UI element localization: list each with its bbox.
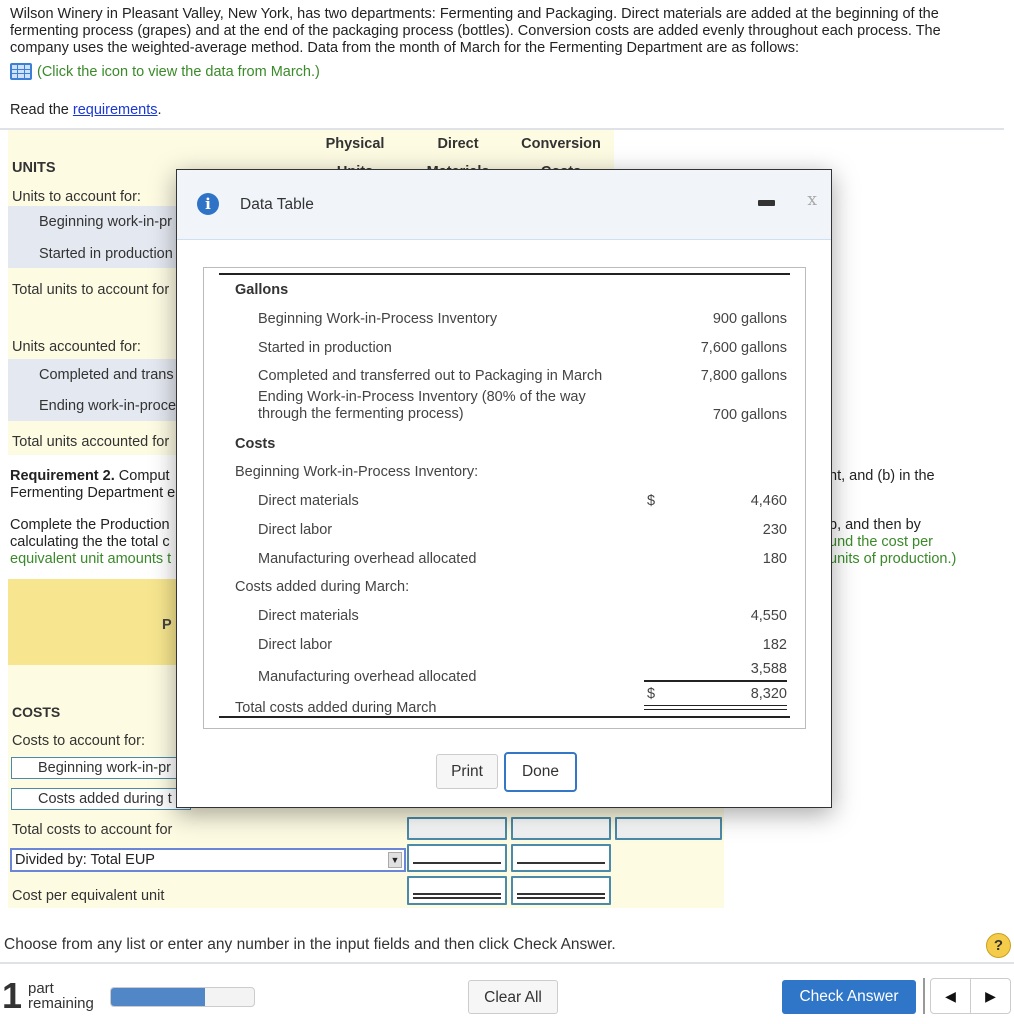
ending-wip-label: Ending work-in-proce [39, 398, 177, 414]
total-units-to-account-label: Total units to account for [12, 282, 170, 298]
cost-added-select[interactable]: Costs added during t [11, 788, 191, 810]
print-button[interactable]: Print [436, 754, 498, 789]
check-answer-button[interactable]: Check Answer [782, 980, 916, 1014]
close-icon[interactable]: x [807, 190, 817, 210]
started-label: Started in production [39, 246, 173, 262]
data-table-icon[interactable] [10, 63, 32, 80]
done-button[interactable]: Done [504, 752, 577, 792]
requirements-link[interactable]: requirements [73, 102, 158, 118]
total-costs-total-input[interactable] [615, 817, 722, 840]
previous-arrow-icon[interactable]: ◀ [931, 979, 970, 1013]
units-to-account-label: Units to account for: [12, 189, 141, 205]
cost-per-eu-cc-input[interactable] [511, 876, 611, 905]
table-bottom-rule [219, 716, 790, 718]
beginning-wip-label: Beginning work-in-pr [39, 214, 172, 230]
cost-per-eu-label: Cost per equivalent unit [12, 888, 165, 904]
eup-cc-input[interactable] [511, 844, 611, 872]
cost-per-eu-dm-input[interactable] [407, 876, 507, 905]
eup-dm-input[interactable] [407, 844, 507, 872]
read-suffix: . [157, 102, 162, 118]
data-table-modal: i Data Table x Gallons Beginning Work-in… [176, 169, 832, 808]
cost-beginning-wip-select[interactable]: Beginning work-in-pr [11, 757, 191, 779]
data-table: Gallons Beginning Work-in-Process Invent… [203, 267, 806, 729]
total-costs-cc-input[interactable] [511, 817, 611, 840]
costs-heading: COSTS [12, 704, 61, 720]
complete-instructions-right: p, and then by und the cost per units of… [829, 517, 957, 567]
progress-fill [111, 988, 206, 1006]
table-top-rule [219, 273, 790, 275]
footer-divider [0, 962, 1014, 964]
total-units-accounted-label: Total units accounted for [12, 434, 170, 450]
minimize-icon[interactable] [758, 200, 775, 206]
button-separator [923, 978, 925, 1014]
units-accounted-label: Units accounted for: [12, 339, 141, 355]
modal-header: i Data Table x [177, 170, 831, 240]
units-heading: UNITS [12, 160, 56, 176]
read-prefix: Read the [10, 102, 73, 118]
divided-by-select[interactable]: Divided by: Total EUP ▼ [10, 848, 406, 872]
total-costs-dm-input[interactable] [407, 817, 507, 840]
clear-all-button[interactable]: Clear All [468, 980, 558, 1014]
question-nav: ◀ ▶ [930, 978, 1011, 1014]
parts-remaining-label: part remaining [28, 980, 94, 1012]
completed-label: Completed and trans [39, 367, 174, 383]
help-icon[interactable]: ? [986, 933, 1011, 958]
read-requirements: Read the requirements. [10, 102, 162, 118]
view-data-link[interactable]: (Click the icon to view the data from Ma… [10, 63, 320, 80]
view-data-text[interactable]: (Click the icon to view the data from Ma… [37, 64, 320, 80]
subtotal-rule [644, 680, 787, 682]
dropdown-arrow-icon[interactable]: ▼ [388, 852, 402, 868]
modal-title: Data Table [240, 196, 314, 213]
instruction-text: Choose from any list or enter any number… [4, 936, 616, 953]
next-arrow-icon[interactable]: ▶ [970, 979, 1010, 1013]
total-double-rule [644, 705, 787, 710]
report-header-partial: P [162, 617, 172, 633]
total-costs-label: Total costs to account for [12, 822, 173, 838]
info-icon: i [197, 193, 219, 215]
requirement-2-right: nt, and (b) in the [829, 468, 935, 484]
problem-intro: Wilson Winery in Pleasant Valley, New Yo… [10, 6, 941, 56]
divided-by-value[interactable]: Divided by: Total EUP [15, 852, 155, 868]
costs-to-account-label: Costs to account for: [12, 733, 145, 749]
progress-bar [110, 987, 255, 1007]
parts-remaining-count: 1 [2, 975, 23, 1016]
